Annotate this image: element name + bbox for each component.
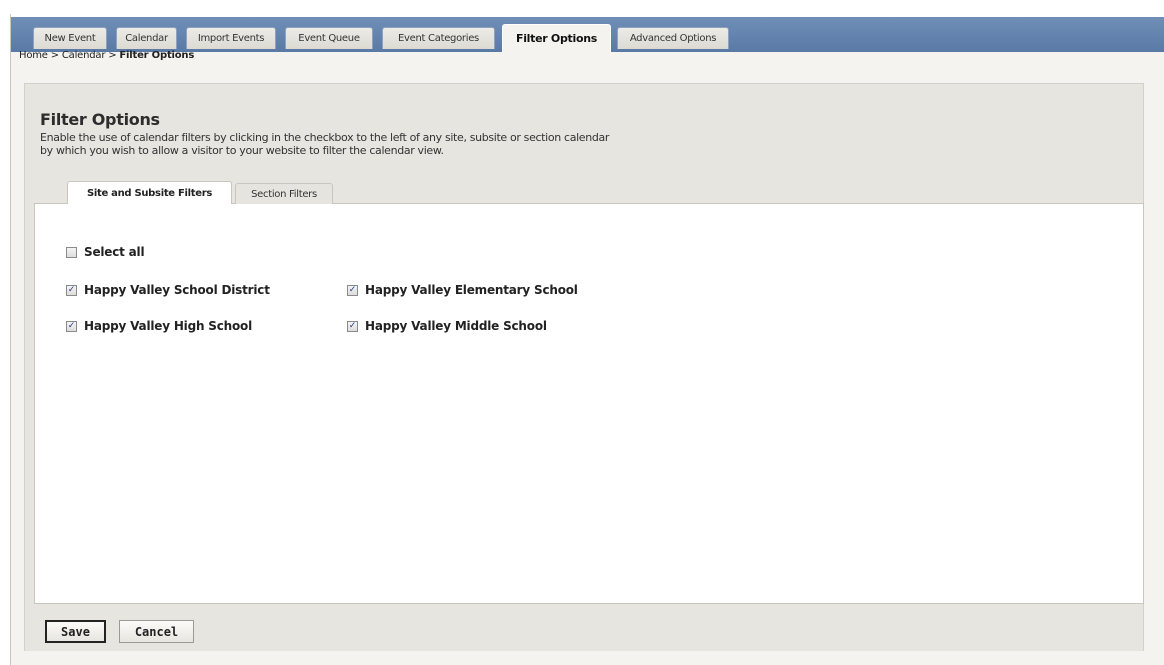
page-description-line-1: Enable the use of calendar filters by cl… — [40, 131, 610, 144]
page-description-line-2: by which you wish to allow a visitor to … — [40, 144, 444, 157]
check-icon[interactable]: ✓ — [66, 284, 77, 296]
tab-calendar[interactable]: Calendar — [116, 27, 177, 49]
tab-site-and-subsite-filters[interactable]: Site and Subsite Filters — [67, 181, 232, 205]
main-tab-bar: New Event Calendar Import Events Event Q… — [11, 14, 1164, 52]
filter-checkbox-school-district[interactable]: ✓ Happy Valley School District — [66, 283, 270, 297]
tab-import-events[interactable]: Import Events — [186, 27, 276, 49]
filter-label: Happy Valley High School — [84, 319, 252, 333]
filter-checkbox-high-school[interactable]: ✓ Happy Valley High School — [66, 319, 252, 333]
filter-label: Happy Valley Middle School — [365, 319, 547, 333]
breadcrumb-separator: > — [108, 50, 117, 61]
save-button[interactable]: Save — [45, 620, 106, 643]
tab-event-categories[interactable]: Event Categories — [382, 27, 495, 49]
tab-event-queue[interactable]: Event Queue — [285, 27, 373, 49]
breadcrumb-current: Filter Options — [119, 50, 195, 61]
select-all-checkbox[interactable]: Select all — [66, 245, 145, 259]
filter-checkbox-middle-school[interactable]: ✓ Happy Valley Middle School — [347, 319, 547, 333]
tab-section-filters[interactable]: Section Filters — [235, 183, 333, 204]
filter-label: Happy Valley Elementary School — [365, 283, 578, 297]
tab-filter-options[interactable]: Filter Options — [502, 24, 611, 52]
check-icon[interactable]: ✓ — [66, 320, 77, 332]
filter-checkbox-elementary-school[interactable]: ✓ Happy Valley Elementary School — [347, 283, 578, 297]
tab-new-event[interactable]: New Event — [33, 27, 107, 49]
page-title: Filter Options — [40, 110, 160, 129]
filter-label: Happy Valley School District — [84, 283, 270, 297]
breadcrumb: Home > Calendar > Filter Options — [19, 50, 194, 61]
check-icon[interactable]: ✓ — [347, 284, 358, 296]
checkbox-box[interactable] — [66, 246, 77, 258]
breadcrumb-separator: > — [50, 50, 59, 61]
check-icon[interactable]: ✓ — [347, 320, 358, 332]
cancel-button[interactable]: Cancel — [119, 620, 194, 643]
breadcrumb-home[interactable]: Home — [19, 50, 48, 61]
breadcrumb-calendar[interactable]: Calendar — [62, 50, 106, 61]
tab-advanced-options[interactable]: Advanced Options — [617, 27, 729, 49]
select-all-label: Select all — [84, 245, 145, 259]
filters-content — [34, 204, 1144, 604]
